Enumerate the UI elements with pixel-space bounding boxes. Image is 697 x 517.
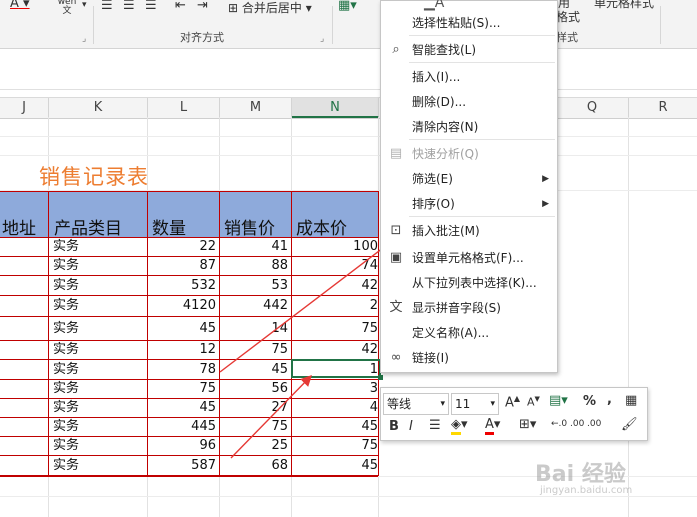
menu-item-label: 删除(D)... bbox=[412, 95, 467, 109]
phonetic-icon: 文 bbox=[389, 300, 403, 315]
menu-item-link[interactable]: ∞ 链接(I) bbox=[381, 347, 557, 369]
mini-toolbar: 等线 ▾ 11 ▾ A▲ A▼ ▤▾ % , ▦ B I ☰ ◈▾ A▾ ⊞▾ … bbox=[380, 387, 648, 441]
menu-separator bbox=[409, 216, 555, 217]
font-size-box[interactable]: 11 ▾ bbox=[451, 393, 499, 415]
smart-lookup-icon: ⌕ bbox=[392, 42, 400, 57]
menu-item-label: 清除内容(N) bbox=[412, 120, 479, 134]
menu-item-format-cells[interactable]: ▣ 设置单元格格式(F)... bbox=[381, 247, 557, 269]
fill-color-icon[interactable]: ◈▾ bbox=[451, 417, 468, 435]
align-center-icon[interactable]: ☰ bbox=[429, 418, 441, 433]
arrow-to-selected-cell bbox=[230, 374, 312, 459]
cell-styles-icon[interactable]: ▤▾ bbox=[549, 393, 568, 408]
font-color-icon[interactable]: A▾ bbox=[485, 417, 500, 435]
chevron-down-icon[interactable]: ▾ bbox=[440, 394, 445, 414]
menu-separator bbox=[409, 62, 555, 63]
menu-item-quick-analysis: ▤ 快速分析(Q) bbox=[381, 143, 557, 165]
watermark-url: jingyan.baidu.com bbox=[540, 485, 633, 496]
submenu-arrow-icon: ▶ bbox=[542, 174, 549, 184]
increase-decimal-button[interactable]: ←.0 .00 bbox=[551, 419, 584, 429]
menu-item-label: 筛选(E) bbox=[412, 172, 453, 186]
menu-item-label: 链接(I) bbox=[412, 351, 449, 365]
insert-comment-icon: ⊡ bbox=[390, 223, 402, 238]
menu-item-label: 定义名称(A)... bbox=[412, 326, 490, 340]
comma-button[interactable]: , bbox=[607, 392, 612, 407]
menu-item-label: 显示拼音字段(S) bbox=[412, 301, 501, 315]
menu-item-label: 设置单元格格式(F)... bbox=[412, 251, 524, 265]
menu-item-delete[interactable]: 删除(D)... bbox=[381, 91, 557, 113]
decrease-decimal-button[interactable]: .00 bbox=[587, 419, 617, 429]
format-cells-icon: ▣ bbox=[389, 250, 403, 265]
shrink-font-button[interactable]: A▼ bbox=[527, 395, 540, 409]
chevron-down-icon[interactable]: ▾ bbox=[490, 394, 495, 414]
menu-item-label: 智能查找(L) bbox=[412, 43, 477, 57]
quick-analysis-icon: ▤ bbox=[389, 146, 403, 161]
arrow-to-insert-comment bbox=[219, 231, 406, 373]
menu-item-label: 从下拉列表中选择(K)... bbox=[412, 276, 537, 290]
menu-item-sort[interactable]: 排序(O) ▶ bbox=[381, 193, 557, 215]
menu-item-show-phonetic[interactable]: 文显示拼音字段(S) bbox=[381, 297, 557, 319]
menu-item-define-name[interactable]: 定义名称(A)... bbox=[381, 322, 557, 344]
menu-item-label: 快速分析(Q) bbox=[412, 147, 479, 161]
italic-button[interactable]: I bbox=[409, 419, 413, 434]
table-format-icon[interactable]: ▦ bbox=[625, 393, 637, 408]
borders-icon[interactable]: ⊞▾ bbox=[519, 417, 536, 432]
menu-item-filter[interactable]: 筛选(E) ▶ bbox=[381, 168, 557, 190]
menu-item-label: 插入批注(M) bbox=[412, 224, 480, 238]
menu-item-label: 选择性粘贴(S)... bbox=[412, 16, 501, 30]
bold-button[interactable]: B bbox=[389, 419, 399, 434]
context-menu: ▁A 选择性粘贴(S)... ⌕ 智能查找(L) 插入(I)... 删除(D)... 清除… bbox=[380, 0, 558, 373]
menu-item-paste-special[interactable]: 选择性粘贴(S)... bbox=[381, 12, 557, 34]
menu-item-label: 排序(O) bbox=[412, 197, 455, 211]
percent-button[interactable]: % bbox=[583, 394, 596, 409]
menu-item-smart-lookup[interactable]: ⌕ 智能查找(L) bbox=[381, 39, 557, 61]
link-icon: ∞ bbox=[390, 350, 402, 365]
menu-item-insert-comment[interactable]: ⊡ 插入批注(M) bbox=[381, 220, 557, 242]
menu-item-clear-contents[interactable]: 清除内容(N) bbox=[381, 116, 557, 138]
menu-separator bbox=[409, 35, 555, 36]
format-painter-icon[interactable]: 🖌 bbox=[621, 417, 638, 432]
font-name-box[interactable]: 等线 ▾ bbox=[383, 393, 449, 415]
menu-item-insert[interactable]: 插入(I)... bbox=[381, 66, 557, 88]
submenu-arrow-icon: ▶ bbox=[542, 199, 549, 209]
font-size-value: 11 bbox=[455, 397, 471, 411]
font-name-value: 等线 bbox=[387, 397, 412, 411]
menu-separator bbox=[409, 139, 555, 140]
watermark: Bai 经验 bbox=[535, 462, 626, 487]
grow-font-button[interactable]: A▲ bbox=[505, 394, 520, 410]
menu-item-label: 插入(I)... bbox=[412, 70, 461, 84]
menu-item-pick-from-list[interactable]: 从下拉列表中选择(K)... bbox=[381, 272, 557, 294]
paste-option-icon[interactable]: ▁A bbox=[424, 0, 444, 11]
